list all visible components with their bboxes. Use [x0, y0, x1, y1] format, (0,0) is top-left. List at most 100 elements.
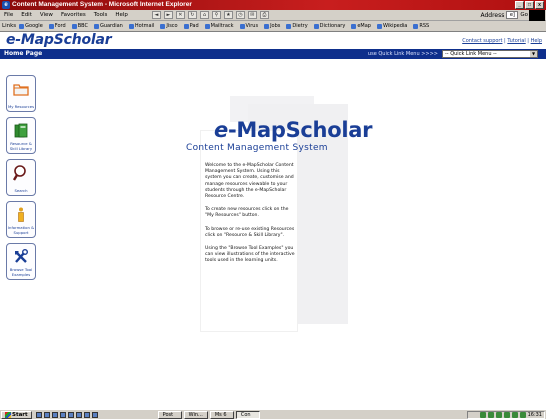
- close-button[interactable]: x: [535, 1, 544, 9]
- system-tray: 16:31: [467, 411, 545, 419]
- link-mailtrack[interactable]: Mailtrack: [204, 23, 234, 29]
- link-icon: [351, 23, 357, 29]
- my-resources-button[interactable]: My Resources: [6, 75, 36, 112]
- minimize-button[interactable]: _: [515, 1, 524, 9]
- browse-tool-examples-button[interactable]: Browse Tool Examples: [6, 243, 36, 280]
- link-hotmail[interactable]: Hotmail: [128, 23, 154, 29]
- task-button[interactable]: Ms 6: [209, 410, 234, 419]
- menu-file[interactable]: File: [0, 12, 17, 18]
- refresh-icon[interactable]: ↻: [187, 11, 197, 19]
- tray-icon[interactable]: [511, 412, 518, 418]
- tools-icon: [15, 249, 28, 263]
- link-guardian[interactable]: Guardian: [93, 23, 123, 29]
- menu-edit[interactable]: Edit: [17, 12, 36, 18]
- link-jobs[interactable]: Jobs: [264, 23, 280, 29]
- task-button-active[interactable]: Con: [235, 410, 260, 419]
- window-controls: _ □ x: [515, 1, 544, 9]
- menu-bar: File Edit View Favorites Tools Help ◄ ► …: [0, 10, 546, 21]
- maximize-button[interactable]: □: [525, 1, 534, 9]
- nav-bar: Home Page use Quick Link Menu >>>> -- Qu…: [0, 49, 546, 59]
- tray-icon[interactable]: [519, 412, 526, 418]
- tutorial-link[interactable]: Tutorial: [507, 38, 525, 44]
- go-button[interactable]: Go: [520, 12, 528, 18]
- link-dietry[interactable]: Dietry: [286, 23, 308, 29]
- app-icon[interactable]: [75, 411, 82, 418]
- links-bar: Links Google Ford BBC Guardian Hotmail J…: [0, 21, 546, 32]
- link-icon: [239, 23, 245, 29]
- link-icon: [376, 23, 382, 29]
- chevron-down-icon[interactable]: ▼: [530, 51, 537, 57]
- menu-favorites[interactable]: Favorites: [57, 12, 90, 18]
- link-icon: [413, 23, 419, 29]
- welcome-paragraph: Welcome to the e-MapScholar Content Mana…: [205, 163, 294, 200]
- app-icon[interactable]: [91, 411, 98, 418]
- header-links: Contact support | Tutorial | Help: [462, 38, 542, 44]
- links-label: Links: [2, 23, 17, 29]
- link-virus[interactable]: Virus: [239, 23, 258, 29]
- link-icon: [93, 23, 99, 29]
- link-google[interactable]: Google: [19, 23, 43, 29]
- start-button[interactable]: Start: [1, 410, 32, 419]
- link-icon: [19, 23, 25, 29]
- task-button[interactable]: Post: [157, 410, 182, 419]
- link-rss[interactable]: RSS: [413, 23, 429, 29]
- link-ford[interactable]: Ford: [48, 23, 66, 29]
- tray-icon[interactable]: [503, 412, 510, 418]
- help-link[interactable]: Help: [531, 38, 542, 44]
- stop-icon[interactable]: ✕: [175, 11, 185, 19]
- link-icon: [48, 23, 54, 29]
- address-label: Address: [480, 11, 505, 19]
- link-icon: [313, 23, 319, 29]
- search-icon[interactable]: ⚲: [211, 11, 221, 19]
- resource-skill-library-label: Resource & Skill Library: [9, 141, 33, 151]
- link-pad[interactable]: Pad: [183, 23, 199, 29]
- back-icon[interactable]: ◄: [151, 11, 161, 19]
- resource-skill-library-button[interactable]: Resource & Skill Library: [6, 117, 36, 154]
- site-logo[interactable]: e-MapScholar: [6, 32, 112, 48]
- tray-icon[interactable]: [495, 412, 502, 418]
- tray-icon[interactable]: [487, 412, 494, 418]
- menu-tools[interactable]: Tools: [90, 12, 112, 18]
- start-label: Start: [12, 411, 28, 418]
- window-title: Content Management System - Microsoft In…: [12, 1, 192, 8]
- menu-help[interactable]: Help: [111, 12, 132, 18]
- information-support-button[interactable]: Information & Support: [6, 201, 36, 238]
- desktop-icon[interactable]: [35, 411, 42, 418]
- windows-logo-icon: [5, 411, 11, 418]
- link-jisco[interactable]: Jisco: [160, 23, 178, 29]
- task-button[interactable]: Win...: [183, 410, 208, 419]
- address-input[interactable]: e]: [506, 11, 519, 19]
- address-area: Address e] Go: [480, 11, 528, 19]
- home-icon[interactable]: ⌂: [199, 11, 209, 19]
- task-list: Post Win... Ms 6 Con: [157, 410, 260, 419]
- menu-view[interactable]: View: [36, 12, 57, 18]
- print-icon[interactable]: ⎙: [259, 11, 269, 19]
- main-subtitle: Content Management System: [186, 143, 328, 153]
- media-icon[interactable]: [67, 411, 74, 418]
- search-button[interactable]: Search: [6, 159, 36, 196]
- quick-link-select[interactable]: -- Quick Link Menu -- ▼: [442, 50, 538, 58]
- link-dictionary[interactable]: Dictionary: [313, 23, 345, 29]
- browser-icon[interactable]: [43, 411, 50, 418]
- tool-examples-paragraph: Using the "Browse Tool Examples" you can…: [205, 246, 295, 264]
- contact-support-link[interactable]: Contact support: [462, 38, 502, 44]
- mail-icon[interactable]: ✉: [247, 11, 257, 19]
- mail-icon[interactable]: [51, 411, 58, 418]
- history-icon[interactable]: ◷: [235, 11, 245, 19]
- link-bbc[interactable]: BBC: [71, 23, 88, 29]
- tray-icon[interactable]: [479, 412, 486, 418]
- folder-icon[interactable]: [59, 411, 66, 418]
- link-emap[interactable]: eMap: [351, 23, 371, 29]
- app-icon[interactable]: [83, 411, 90, 418]
- my-resources-label: My Resources: [7, 103, 35, 109]
- favorites-icon[interactable]: ★: [223, 11, 233, 19]
- link-icon: [204, 23, 210, 29]
- browse-resources-paragraph: To browse or re-use existing Resources c…: [205, 226, 295, 238]
- main-title: e-MapScholar: [214, 118, 373, 142]
- windows-throbber-icon: [529, 10, 545, 21]
- link-wikipedia[interactable]: Wikipedia: [376, 23, 407, 29]
- link-icon: [160, 23, 166, 29]
- forward-icon[interactable]: ►: [163, 11, 173, 19]
- books-icon: [14, 123, 28, 138]
- link-icon: [286, 23, 292, 29]
